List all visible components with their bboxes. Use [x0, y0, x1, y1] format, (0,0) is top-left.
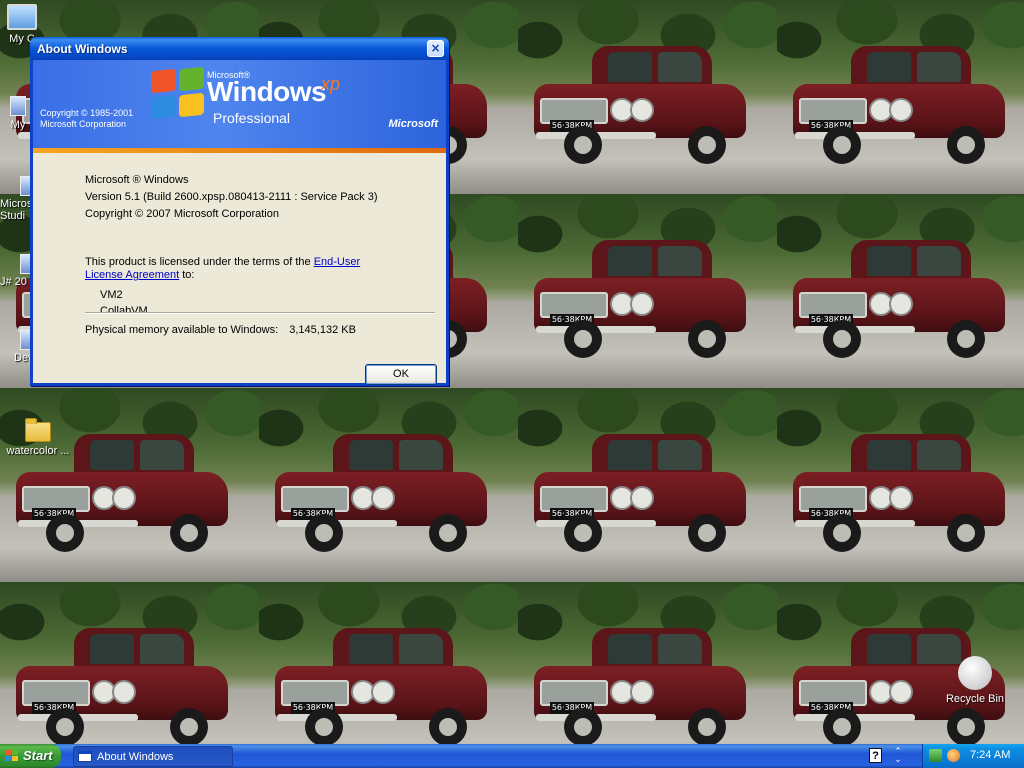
- wallpaper-tile: 56·38КРМ: [259, 582, 518, 744]
- close-button[interactable]: ×: [427, 40, 444, 57]
- car-image: 56·38КРМ: [526, 40, 756, 170]
- windows-xp-banner: Microsoft® Windows xp Professional Copyr…: [33, 60, 446, 153]
- recycle-bin-desktop-icon[interactable]: Recycle Bin: [944, 656, 1006, 705]
- car-image: 56·38КРМ: [785, 234, 1015, 364]
- eula-link-text: License Agreement: [85, 269, 180, 281]
- start-label: Start: [23, 748, 53, 763]
- dialog-titlebar[interactable]: About Windows ×: [30, 37, 449, 60]
- car-image: 56·38КРМ: [785, 40, 1015, 170]
- partial-desktop-icon[interactable]: Dev: [0, 330, 36, 364]
- memory-label: Physical memory available to Windows:: [85, 324, 279, 336]
- windows-flag-icon: [5, 750, 19, 762]
- memory-row: Physical memory available to Windows: 3,…: [85, 324, 356, 336]
- desktop-icon-label: Dev: [14, 352, 34, 364]
- dialog-title: About Windows: [37, 42, 128, 56]
- wallpaper-tile: 56·38КРМ: [0, 582, 259, 744]
- desktop-icon-label: My: [10, 119, 26, 131]
- eula-link-text: End-User: [313, 256, 361, 268]
- license-prefix: This product is licensed under the terms…: [85, 256, 311, 268]
- computer-icon: [7, 4, 37, 30]
- banner-copyright: Copyright © 1985-2001 Microsoft Corporat…: [40, 108, 133, 130]
- wallpaper-tile: 56·38КРМ: [518, 582, 777, 744]
- licensee-name: VM2: [100, 289, 123, 301]
- car-image: 56·38КРМ: [526, 622, 756, 744]
- version-text: Version 5.1 (Build 2600.xpsp.080413-2111…: [85, 191, 378, 203]
- wallpaper-tile: 56·38КРМ: [518, 0, 777, 194]
- microsoft-logo: Microsoft: [388, 118, 439, 130]
- partial-desktop-icon[interactable]: Micros Studi: [0, 176, 36, 222]
- license-text: This product is licensed under the terms…: [85, 256, 385, 282]
- taskbar-button-label: About Windows: [97, 751, 174, 763]
- wallpaper-tile: 56·38КРМ: [777, 194, 1024, 388]
- banner-copyright-line: Copyright © 1985-2001: [40, 108, 134, 118]
- banner-xp-word: xp: [321, 74, 341, 94]
- wallpaper-tile: 56·38КРМ: [777, 0, 1024, 194]
- wallpaper-tile: 56·38КРМ: [777, 388, 1024, 582]
- dialog-client-area: Microsoft® Windows xp Professional Copyr…: [33, 60, 446, 385]
- car-image: 56·38КРМ: [526, 428, 756, 558]
- copyright-text: Copyright © 2007 Microsoft Corporation: [85, 208, 279, 220]
- recycle-bin-icon: [958, 656, 992, 690]
- desktop-icon-label: Recycle Bin: [945, 693, 1005, 705]
- clock[interactable]: 7:24 AM: [970, 749, 1010, 761]
- ok-button[interactable]: OK: [365, 364, 437, 385]
- system-tray: 7:24 AM: [922, 744, 1024, 768]
- search-icon[interactable]: [947, 749, 960, 762]
- car-image: 56·38КРМ: [8, 622, 238, 744]
- license-suffix: to:: [182, 269, 195, 281]
- licensee-org: CollabVM: [100, 305, 148, 317]
- desktop-icon-label: watercolor ...: [6, 445, 70, 457]
- watercolor-folder-desktop-icon[interactable]: watercolor ...: [2, 418, 74, 457]
- partial-desktop-icon[interactable]: J# 20: [0, 254, 36, 288]
- window-icon: [78, 751, 92, 762]
- separator: [85, 312, 435, 314]
- banner-copyright-line: Microsoft Corporation: [40, 119, 127, 129]
- folder-icon: [25, 418, 51, 442]
- windows-flag-icon: [149, 66, 207, 120]
- document-icon: [10, 96, 26, 116]
- product-name: Microsoft ® Windows: [85, 174, 189, 186]
- wallpaper-tile: 56·38КРМ: [259, 388, 518, 582]
- car-image: 56·38КРМ: [267, 428, 497, 558]
- banner-edition: Professional: [213, 110, 291, 126]
- car-image: 56·38КРМ: [267, 622, 497, 744]
- network-icon[interactable]: [929, 749, 942, 762]
- banner-windows-word: Windows: [207, 76, 327, 107]
- help-icon[interactable]: ?: [869, 748, 882, 763]
- taskbar-scroll-icon[interactable]: ⌃ ⌄: [892, 747, 904, 764]
- banner-stripe: [33, 148, 446, 153]
- wallpaper-tile: 56·38КРМ: [518, 388, 777, 582]
- desktop-icon-label: Studi: [0, 210, 26, 222]
- wallpaper-tile: 56·38КРМ: [518, 194, 777, 388]
- car-image: 56·38КРМ: [785, 428, 1015, 558]
- car-image: 56·38КРМ: [526, 234, 756, 364]
- taskbar-button-about-windows[interactable]: About Windows: [73, 746, 233, 767]
- start-button[interactable]: Start: [0, 744, 61, 768]
- about-windows-dialog: About Windows × Microsoft® Windows xp Pr…: [30, 37, 449, 386]
- memory-value: 3,145,132 KB: [289, 324, 356, 336]
- desktop-icon-label: J# 20: [0, 276, 27, 288]
- desktop-icon-label: Micros: [0, 198, 33, 210]
